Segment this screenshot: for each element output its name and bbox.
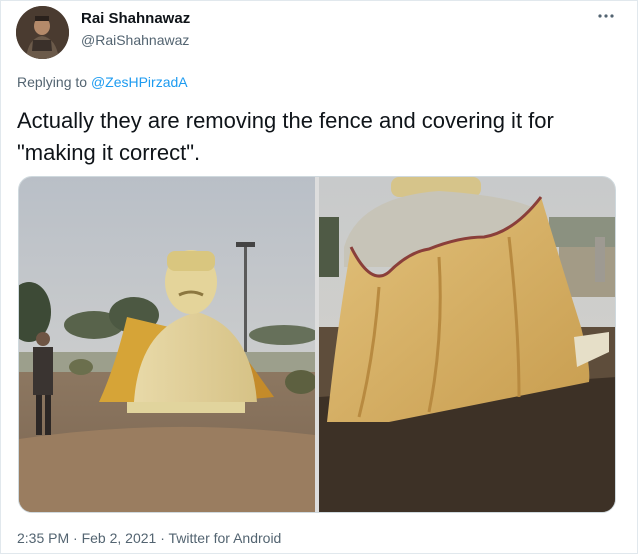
replying-to: Replying to @ZesHPirzadA [17,74,188,90]
author-handle[interactable]: @RaiShahnawaz [81,32,189,48]
mention-link[interactable]: @ZesHPirzadA [91,74,188,90]
timestamp[interactable]: 2:35 PM · Feb 2, 2021 [17,530,156,546]
photo-statue-covered[interactable] [319,177,616,513]
more-dots-icon [598,14,614,18]
avatar-image [16,6,69,59]
tweet-meta: 2:35 PM · Feb 2, 2021 · Twitter for Andr… [17,530,281,546]
more-options-icon[interactable] [598,7,614,23]
tweet-card: Rai Shahnawaz @RaiShahnawaz Replying to … [0,0,638,554]
source-label[interactable]: Twitter for Android [169,530,282,546]
photo-statue-uncovered[interactable] [19,177,315,513]
tweet-text: Actually they are removing the fence and… [17,108,554,165]
tweet-media[interactable] [18,176,616,513]
author-avatar[interactable] [16,6,69,59]
meta-separator: · [156,530,169,546]
author-name[interactable]: Rai Shahnawaz [81,10,190,27]
replying-prefix: Replying to [17,74,88,90]
